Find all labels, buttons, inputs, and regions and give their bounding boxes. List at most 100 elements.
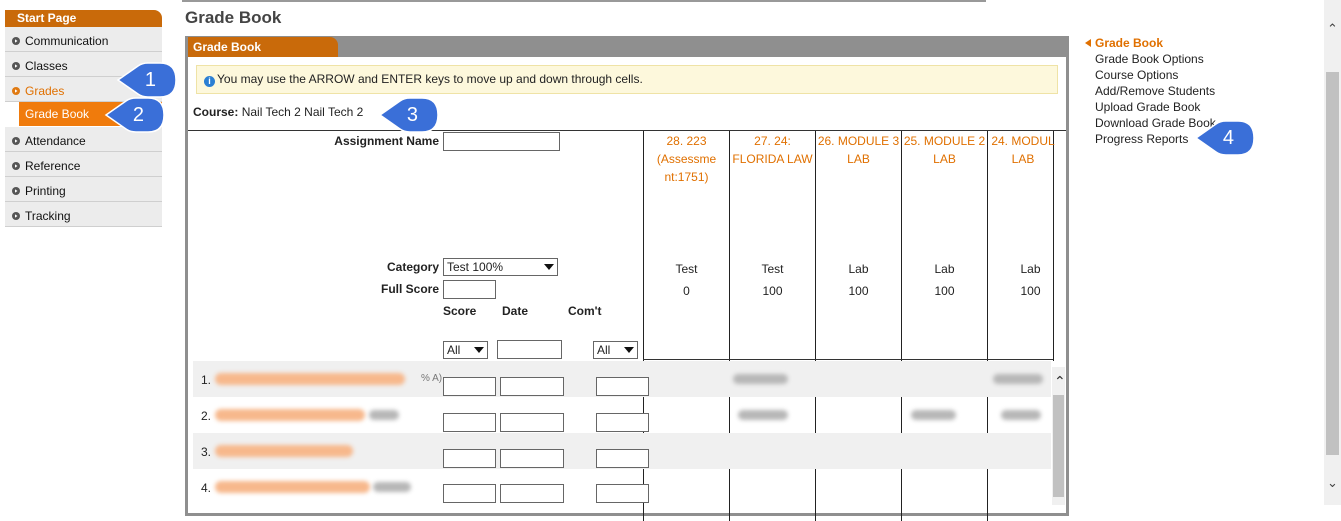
- student-name-redacted: [215, 373, 405, 385]
- chevron-down-icon: [624, 347, 634, 353]
- link-grade-book[interactable]: Grade Book: [1084, 36, 1216, 52]
- nav-item-label: Grades: [25, 84, 65, 98]
- column-full-score: 100: [934, 284, 955, 298]
- score-input[interactable]: [443, 484, 496, 503]
- comment-input[interactable]: [596, 377, 649, 396]
- category-label: Category: [386, 260, 439, 274]
- full-score-input[interactable]: [443, 280, 496, 299]
- assignment-name-label: Assignment Name: [334, 134, 439, 148]
- page-title: Grade Book: [185, 8, 282, 27]
- date-input[interactable]: [500, 449, 564, 468]
- date-filter-input[interactable]: [497, 340, 562, 359]
- link-add-remove-students[interactable]: Add/Remove Students: [1084, 84, 1216, 100]
- column-full-score: 100: [762, 284, 783, 298]
- comment-input[interactable]: [596, 484, 649, 503]
- course-line: Course: Nail Tech 2 Nail Tech 2: [193, 105, 363, 119]
- bullet-icon: [12, 212, 20, 220]
- top-rule: [182, 0, 986, 2]
- row-percent-redacted: [373, 482, 411, 492]
- row-percent: % A): [421, 373, 443, 384]
- nav-item-label: Classes: [25, 59, 68, 73]
- score-label: Score: [443, 304, 477, 318]
- grid-scrollbar-thumb[interactable]: [1053, 395, 1064, 497]
- nav-header[interactable]: Start Page: [5, 10, 162, 27]
- link-grade-book-options[interactable]: Grade Book Options: [1084, 52, 1216, 68]
- chevron-down-icon[interactable]: ⌄: [1327, 476, 1338, 489]
- course-value: Nail Tech 2 Nail Tech 2: [241, 105, 364, 119]
- column-header[interactable]: 28. 223 (Assessme nt:1751): [644, 132, 729, 186]
- column-header[interactable]: 27. 24: FLORIDA LAW: [730, 132, 815, 168]
- nav-item-label: Reference: [25, 159, 81, 173]
- window-scrollbar-thumb[interactable]: [1326, 72, 1339, 455]
- score-input[interactable]: [443, 449, 496, 468]
- chevron-up-icon[interactable]: ⌃: [1054, 374, 1066, 388]
- tab-grade-book[interactable]: Grade Book: [188, 37, 338, 57]
- chevron-up-icon[interactable]: ⌃: [1327, 22, 1338, 35]
- callout-marker-2: 2: [104, 97, 165, 133]
- comment-filter-select[interactable]: All: [593, 341, 638, 359]
- category-select[interactable]: Test 100%: [443, 258, 558, 276]
- grade-value-redacted: [993, 374, 1043, 384]
- chevron-down-icon: [544, 264, 554, 270]
- grid-top-rule: [188, 130, 1066, 131]
- nav-item-printing[interactable]: Printing: [5, 177, 162, 202]
- bullet-icon: [12, 87, 20, 95]
- date-input[interactable]: [500, 377, 564, 396]
- comment-input[interactable]: [596, 413, 649, 432]
- score-input[interactable]: [443, 413, 496, 432]
- row-number: 2.: [201, 409, 212, 423]
- column-category: Lab: [848, 262, 869, 276]
- column-category: Lab: [934, 262, 955, 276]
- nav-item-reference[interactable]: Reference: [5, 152, 162, 177]
- bullet-icon: [12, 137, 20, 145]
- callout-marker-4: 4: [1194, 120, 1255, 156]
- nav-item-label: Tracking: [25, 209, 71, 223]
- grade-value-redacted: [911, 410, 956, 420]
- full-score-label: Full Score: [380, 282, 439, 296]
- column-category: Test: [675, 262, 698, 276]
- nav-item-tracking[interactable]: Tracking: [5, 202, 162, 227]
- grade-value-redacted: [738, 410, 788, 420]
- panel-tabbar: Grade Book: [185, 36, 1069, 57]
- date-input[interactable]: [500, 413, 564, 432]
- grid-header-bottom-rule: [643, 359, 1053, 360]
- callout-marker-3: 3: [378, 97, 439, 133]
- column-category: Test: [761, 262, 784, 276]
- date-label: Date: [502, 304, 529, 318]
- chevron-down-icon: [474, 347, 484, 353]
- link-upload-grade-book[interactable]: Upload Grade Book: [1084, 100, 1216, 116]
- bullet-icon: [12, 62, 20, 70]
- student-name-redacted: [215, 445, 353, 457]
- grade-value-redacted: [733, 374, 788, 384]
- score-filter-select[interactable]: All: [443, 341, 488, 359]
- row-number: 4.: [201, 481, 212, 495]
- bullet-icon: [12, 162, 20, 170]
- student-name-redacted: [215, 409, 365, 421]
- comment-label: Com't: [568, 304, 602, 318]
- nav-item-label: Printing: [25, 184, 66, 198]
- info-icon: i: [204, 76, 215, 87]
- row-number: 1.: [201, 373, 212, 387]
- column-full-score: 100: [1020, 284, 1041, 298]
- column-header[interactable]: 25. MODULE 2 LAB: [902, 132, 987, 168]
- callout-marker-1: 1: [116, 62, 177, 98]
- student-name-redacted: [215, 481, 370, 493]
- column-full-score: 0: [683, 284, 690, 298]
- column-header[interactable]: 24. MODUL LAB: [988, 132, 1058, 168]
- nav-item-label: Attendance: [25, 134, 86, 148]
- bullet-icon: [12, 37, 20, 45]
- info-text: You may use the ARROW and ENTER keys to …: [217, 72, 643, 86]
- nav-item-communication[interactable]: Communication: [5, 27, 162, 52]
- column-header[interactable]: 26. MODULE 3 LAB: [816, 132, 901, 168]
- grade-book-panel: Grade Book i You may use the ARROW and EN…: [185, 36, 1069, 521]
- grade-value-redacted: [1001, 410, 1041, 420]
- row-number: 3.: [201, 445, 212, 459]
- bullet-icon: [12, 187, 20, 195]
- date-input[interactable]: [500, 484, 564, 503]
- score-input[interactable]: [443, 377, 496, 396]
- comment-input[interactable]: [596, 449, 649, 468]
- assignment-name-input[interactable]: [443, 132, 560, 151]
- column-category: Lab: [1020, 262, 1041, 276]
- link-course-options[interactable]: Course Options: [1084, 68, 1216, 84]
- row-percent-redacted: [369, 410, 399, 420]
